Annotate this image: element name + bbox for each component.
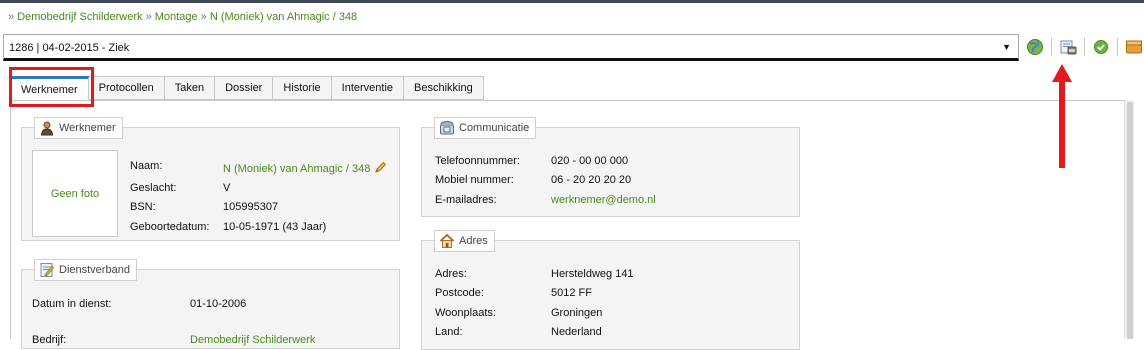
- breadcrumb-company[interactable]: Demobedrijf Schilderwerk: [17, 11, 142, 23]
- contract-icon: [39, 262, 55, 278]
- field-value: Nederland: [551, 326, 602, 338]
- field-value: 5012 FF: [551, 287, 592, 299]
- field-label: E-mailadres:: [435, 194, 497, 206]
- employee-photo[interactable]: Geen foto: [32, 150, 118, 237]
- address-legend: Adres: [434, 230, 495, 252]
- tab-dossier[interactable]: Dossier: [215, 76, 274, 100]
- field-label: Bedrijf:: [32, 334, 67, 346]
- address-legend-label: Adres: [459, 235, 488, 247]
- breadcrumb-employee[interactable]: N (Moniek) van Ahmagic / 348: [210, 11, 357, 23]
- employment-legend-label: Dienstverband: [59, 264, 130, 276]
- person-icon: [39, 120, 55, 136]
- vertical-scrollbar[interactable]: [1124, 100, 1134, 339]
- field-label: Mobiel nummer:: [435, 174, 514, 186]
- employer-link[interactable]: Demobedrijf Schilderwerk: [190, 334, 315, 346]
- toolbar: [1024, 36, 1144, 58]
- chevron-down-icon: ▼: [1002, 42, 1011, 52]
- field-label: Geslacht:: [130, 182, 177, 194]
- breadcrumb-department[interactable]: Montage: [155, 11, 198, 23]
- breadcrumb: » Demobedrijf Schilderwerk » Montage » N…: [8, 11, 357, 23]
- field-label: Woonplaats:: [435, 307, 496, 319]
- tab-interventie[interactable]: Interventie: [331, 76, 405, 100]
- communication-legend: Communicatie: [434, 117, 537, 139]
- communication-panel: Communicatie Telefoonnummer: 020 - 00 00…: [421, 117, 800, 217]
- photo-placeholder-text: Geen foto: [50, 187, 100, 200]
- phone-icon: [439, 120, 455, 136]
- field-label: Datum in dienst:: [32, 298, 112, 310]
- tab-taken[interactable]: Taken: [164, 76, 216, 100]
- field-label: Geboortedatum:: [130, 221, 210, 233]
- field-value: Groningen: [551, 307, 603, 319]
- archive-box-icon[interactable]: [1123, 36, 1144, 58]
- house-icon: [439, 233, 455, 249]
- field-label: BSN:: [130, 201, 156, 213]
- field-value: 105995307: [223, 201, 279, 213]
- employment-panel: Dienstverband Datum in dienst: 01-10-200…: [21, 259, 400, 349]
- check-icon[interactable]: [1090, 36, 1112, 58]
- employee-name-link[interactable]: N (Moniek) van Ahmagic / 348: [223, 163, 370, 175]
- top-border: [0, 0, 1144, 3]
- field-label: Naam:: [130, 160, 163, 172]
- case-select-value: 1286 | 04-02-2015 - Ziek: [9, 42, 130, 54]
- arrow-up-icon: [1052, 64, 1072, 168]
- tab-historie[interactable]: Historie: [273, 76, 332, 100]
- field-value: 01-10-2006: [190, 298, 247, 310]
- employee-legend-label: Werknemer: [59, 122, 116, 134]
- field-label: Telefoonnummer:: [435, 155, 520, 167]
- field-label: Land:: [435, 326, 463, 338]
- field-value: Hersteldweg 141: [551, 268, 634, 280]
- email-link[interactable]: werknemer@demo.nl: [551, 194, 656, 206]
- field-value: 06 - 20 20 20 20: [551, 174, 632, 186]
- toolbar-divider: [1051, 38, 1052, 56]
- communication-legend-label: Communicatie: [459, 122, 530, 134]
- globe-icon[interactable]: [1024, 36, 1046, 58]
- address-panel: Adres Adres: Hersteldweg 141 Postcode: 5…: [421, 230, 800, 350]
- document-view-icon[interactable]: [1057, 36, 1079, 58]
- case-select[interactable]: 1286 | 04-02-2015 - Ziek ▼: [3, 34, 1019, 61]
- scrollbar-thumb[interactable]: [1127, 102, 1133, 339]
- field-value: 10-05-1971 (43 Jaar): [223, 221, 327, 233]
- tab-content: Werknemer Geen foto Naam: N (Moniek) van…: [10, 100, 1134, 350]
- field-label: Postcode:: [435, 287, 484, 299]
- toolbar-divider: [1117, 38, 1118, 56]
- breadcrumb-separator: »: [200, 11, 207, 23]
- employee-legend: Werknemer: [34, 117, 123, 139]
- field-value: V: [223, 182, 231, 194]
- field-value: 020 - 00 00 000: [551, 155, 629, 167]
- breadcrumb-prefix: »: [8, 11, 15, 23]
- employee-panel: Werknemer Geen foto Naam: N (Moniek) van…: [21, 117, 400, 241]
- pencil-icon[interactable]: [374, 161, 387, 177]
- tab-protocollen[interactable]: Protocollen: [88, 76, 165, 100]
- breadcrumb-separator: »: [145, 11, 152, 23]
- tab-beschikking[interactable]: Beschikking: [404, 76, 484, 100]
- annotation-highlight-box: [9, 67, 94, 107]
- field-label: Adres:: [435, 268, 467, 280]
- toolbar-divider: [1084, 38, 1085, 56]
- employment-legend: Dienstverband: [34, 259, 137, 281]
